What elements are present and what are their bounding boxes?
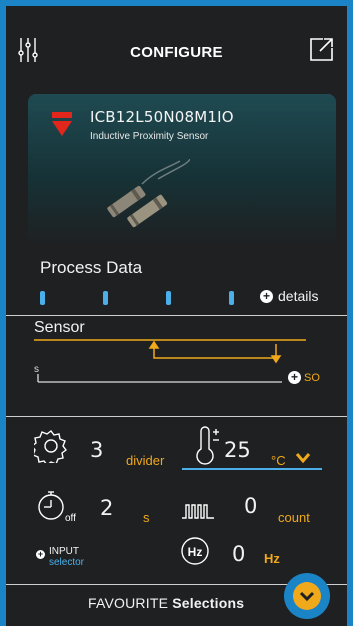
temperature-underline	[182, 468, 322, 470]
process-data-title: Process Data	[40, 258, 143, 277]
plus-icon: +	[260, 289, 273, 303]
stopwatch-icon: off	[36, 488, 86, 529]
favourite-selections-label[interactable]: FAVOURITE Selections	[88, 595, 244, 611]
process-data-bar-2	[103, 291, 108, 305]
product-image	[80, 158, 191, 239]
sensor-title: Sensor	[34, 319, 85, 336]
device-description: Inductive Proximity Sensor	[90, 131, 209, 142]
header: CONFIGURE	[6, 6, 347, 86]
temperature-value[interactable]: 25	[224, 438, 251, 462]
favourite-label: FAVOURITE	[88, 595, 169, 611]
external-link-icon[interactable]	[309, 36, 335, 62]
stopwatch-label: off	[65, 513, 76, 524]
count-value[interactable]: 0	[244, 494, 257, 518]
selector-label: selector	[49, 557, 85, 568]
time-off-value[interactable]: 2	[100, 496, 113, 520]
divider-line	[6, 315, 347, 316]
divider-unit: divider	[126, 453, 165, 468]
count-unit: count	[278, 510, 310, 525]
details-button[interactable]: + details	[260, 288, 318, 304]
so-label: SO	[304, 371, 320, 384]
device-card[interactable]: ICB12L50N08M1IO Inductive Proximity Sens…	[28, 94, 336, 246]
pulse-icon	[182, 502, 214, 525]
hz-icon: Hz	[180, 536, 210, 571]
selections-label: Selections	[172, 595, 245, 611]
input-selector-button[interactable]: + INPUT selector	[36, 546, 84, 568]
plus-icon: +	[288, 371, 301, 384]
chevron-down-icon[interactable]	[295, 451, 311, 464]
device-model: ICB12L50N08M1IO	[90, 108, 234, 126]
details-label: details	[278, 288, 319, 304]
process-data-bar-4	[229, 291, 234, 305]
frequency-unit: Hz	[264, 551, 280, 566]
app-screen: CONFIGURE ICB12L50N08M1IO Inductive Prox…	[6, 6, 347, 626]
gear-icon[interactable]	[31, 429, 68, 468]
page-title: CONFIGURE	[130, 44, 223, 61]
divider-value[interactable]: 3	[90, 438, 103, 462]
sensor-switching-diagram: s	[34, 339, 306, 383]
thermometer-icon	[196, 426, 220, 471]
brand-logo	[52, 112, 72, 138]
so-button[interactable]: + SO	[288, 371, 320, 384]
sensor-axis-label: s	[34, 364, 39, 375]
input-label: INPUT	[49, 546, 79, 557]
hz-icon-label: Hz	[188, 545, 203, 559]
chevron-down-icon	[293, 582, 321, 610]
process-data-bar-3	[166, 291, 171, 305]
frequency-value[interactable]: 0	[232, 542, 245, 566]
temperature-unit: °C	[271, 453, 286, 468]
time-off-unit: s	[143, 510, 150, 525]
process-data-bar-1	[40, 291, 45, 305]
divider-line	[6, 416, 347, 417]
expand-button[interactable]	[284, 573, 330, 619]
plus-icon: +	[36, 549, 45, 559]
